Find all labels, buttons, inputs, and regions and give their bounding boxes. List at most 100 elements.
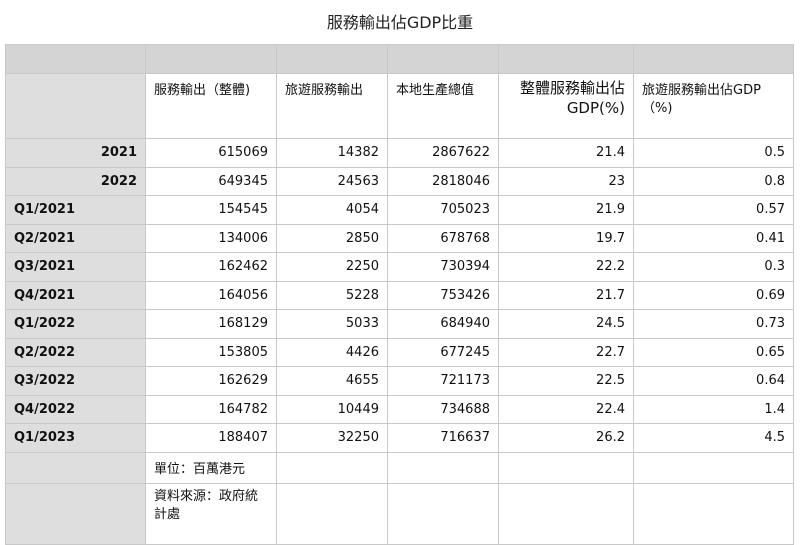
table-cell: 684940 <box>387 309 499 339</box>
table-cell: 0.69 <box>633 280 794 310</box>
table-cell: 22.7 <box>498 337 634 367</box>
table-cell: 615069 <box>145 138 277 168</box>
table-cell: 4.5 <box>633 423 794 453</box>
source-note: 資料來源：政府統計處 <box>145 482 277 545</box>
row-label: 2021 <box>5 138 146 168</box>
bar-cell <box>387 44 499 74</box>
table-cell: 21.4 <box>498 138 634 168</box>
table-cell: 24.5 <box>498 309 634 339</box>
row-label: Q3/2021 <box>5 252 146 282</box>
empty-cell <box>633 482 794 545</box>
row-label: Q2/2021 <box>5 223 146 253</box>
table-cell: 22.4 <box>498 394 634 424</box>
table-row: Q3/2021 162462 2250 730394 22.2 0.3 <box>5 252 794 282</box>
bar-cell <box>276 44 388 74</box>
row-label: Q2/2022 <box>5 337 146 367</box>
bar-cell <box>633 44 794 74</box>
gdp-table: 服務輸出（整體) 旅遊服務輸出 本地生產總值 整體服務輸出佔GDP(%) 旅遊服… <box>5 44 794 545</box>
table-row: Q1/2021 154545 4054 705023 21.9 0.57 <box>5 195 794 225</box>
empty-cell <box>387 482 499 545</box>
column-header: 本地生產總值 <box>387 73 499 139</box>
table-cell: 188407 <box>145 423 277 453</box>
table-cell: 162629 <box>145 366 277 396</box>
table-cell: 677245 <box>387 337 499 367</box>
table-cell: 0.73 <box>633 309 794 339</box>
column-header: 服務輸出（整體) <box>145 73 277 139</box>
table-cell: 730394 <box>387 252 499 282</box>
table-cell: 649345 <box>145 166 277 196</box>
table-cell: 168129 <box>145 309 277 339</box>
label-cell <box>5 482 146 545</box>
table-row: 2022 649345 24563 2818046 23 0.8 <box>5 166 794 196</box>
table-cell: 705023 <box>387 195 499 225</box>
table-cell: 0.57 <box>633 195 794 225</box>
table-row: Q2/2021 134006 2850 678768 19.7 0.41 <box>5 223 794 253</box>
table-row: 2021 615069 14382 2867622 21.4 0.5 <box>5 138 794 168</box>
table-cell: 22.2 <box>498 252 634 282</box>
empty-cell <box>498 482 634 545</box>
empty-cell <box>633 451 794 484</box>
table-cell: 23 <box>498 166 634 196</box>
row-label: Q4/2022 <box>5 394 146 424</box>
table-cell: 0.65 <box>633 337 794 367</box>
table-row: Q3/2022 162629 4655 721173 22.5 0.64 <box>5 366 794 396</box>
empty-cell <box>387 451 499 484</box>
table-cell: 0.41 <box>633 223 794 253</box>
table-cell: 1.4 <box>633 394 794 424</box>
label-cell <box>5 451 146 484</box>
table-cell: 22.5 <box>498 366 634 396</box>
table-cell: 2250 <box>276 252 388 282</box>
table-title: 服務輸出佔GDP比重 <box>326 13 474 32</box>
table-cell: 721173 <box>387 366 499 396</box>
table-cell: 162462 <box>145 252 277 282</box>
table-cell: 19.7 <box>498 223 634 253</box>
column-header: 旅遊服務輸出佔GDP（%) <box>633 73 794 139</box>
row-label: Q1/2021 <box>5 195 146 225</box>
bar-cell <box>5 44 146 74</box>
table-cell: 10449 <box>276 394 388 424</box>
corner-cell <box>5 73 146 139</box>
table-cell: 0.3 <box>633 252 794 282</box>
table-cell: 24563 <box>276 166 388 196</box>
table-cell: 0.5 <box>633 138 794 168</box>
table-cell: 753426 <box>387 280 499 310</box>
table-cell: 2867622 <box>387 138 499 168</box>
row-label: Q1/2022 <box>5 309 146 339</box>
row-label: Q3/2022 <box>5 366 146 396</box>
row-label: Q4/2021 <box>5 280 146 310</box>
table-cell: 2850 <box>276 223 388 253</box>
unit-row: 單位：百萬港元 <box>5 451 794 484</box>
table-cell: 734688 <box>387 394 499 424</box>
header-bar-row <box>5 44 794 74</box>
table-cell: 26.2 <box>498 423 634 453</box>
empty-cell <box>498 451 634 484</box>
empty-cell <box>276 451 388 484</box>
table-row: Q4/2022 164782 10449 734688 22.4 1.4 <box>5 394 794 424</box>
column-header: 旅遊服務輸出 <box>276 73 388 139</box>
column-header: 整體服務輸出佔GDP(%) <box>498 73 634 139</box>
table-cell: 0.64 <box>633 366 794 396</box>
table-row: Q1/2022 168129 5033 684940 24.5 0.73 <box>5 309 794 339</box>
table-cell: 5228 <box>276 280 388 310</box>
table-cell: 0.8 <box>633 166 794 196</box>
table-cell: 4655 <box>276 366 388 396</box>
table-cell: 21.9 <box>498 195 634 225</box>
empty-cell <box>276 482 388 545</box>
column-header-row: 服務輸出（整體) 旅遊服務輸出 本地生產總值 整體服務輸出佔GDP(%) 旅遊服… <box>5 73 794 139</box>
table-cell: 153805 <box>145 337 277 367</box>
row-label: Q1/2023 <box>5 423 146 453</box>
table-row: Q2/2022 153805 4426 677245 22.7 0.65 <box>5 337 794 367</box>
table-cell: 32250 <box>276 423 388 453</box>
table-row: Q1/2023 188407 32250 716637 26.2 4.5 <box>5 423 794 453</box>
bar-cell <box>498 44 634 74</box>
table-cell: 2818046 <box>387 166 499 196</box>
table-cell: 14382 <box>276 138 388 168</box>
table-cell: 716637 <box>387 423 499 453</box>
table-cell: 678768 <box>387 223 499 253</box>
table-cell: 164782 <box>145 394 277 424</box>
source-row: 資料來源：政府統計處 <box>5 482 794 545</box>
bar-cell <box>145 44 277 74</box>
table-cell: 154545 <box>145 195 277 225</box>
table-cell: 4054 <box>276 195 388 225</box>
table-row: Q4/2021 164056 5228 753426 21.7 0.69 <box>5 280 794 310</box>
